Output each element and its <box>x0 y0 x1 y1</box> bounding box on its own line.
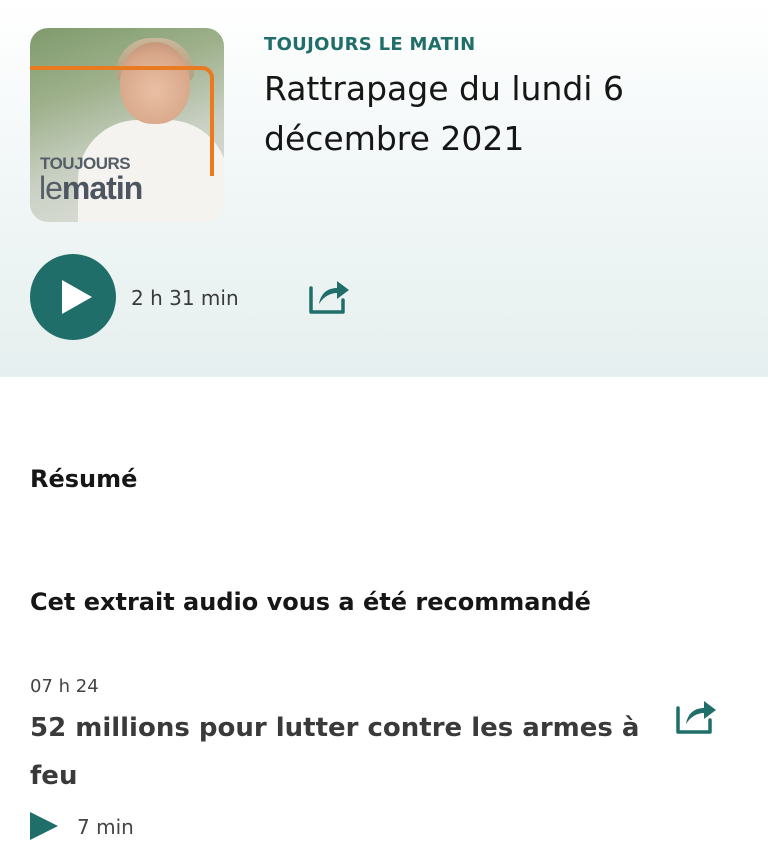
podcast-cover-image: TOUJOURS lematin <box>30 28 224 222</box>
clip-timestamp: 07 h 24 <box>30 676 99 697</box>
share-episode-button[interactable] <box>307 274 351 316</box>
clip-duration: 7 min <box>77 815 134 839</box>
play-clip-button[interactable] <box>30 812 60 840</box>
share-icon <box>676 701 716 734</box>
clip-title[interactable]: 52 millions pour lutter contre les armes… <box>30 704 650 800</box>
summary-heading: Résumé <box>30 465 138 493</box>
share-icon <box>309 281 349 314</box>
play-icon <box>62 280 92 314</box>
cover-brand-line2: lematin <box>39 170 143 207</box>
episode-title: Rattrapage du lundi 6 décembre 2021 <box>264 69 624 158</box>
show-name[interactable]: TOUJOURS LE MATIN <box>264 34 476 55</box>
play-icon <box>30 812 58 840</box>
play-episode-button[interactable] <box>30 254 116 340</box>
episode-duration: 2 h 31 min <box>131 286 239 310</box>
cover-brand-matin: matin <box>61 170 143 206</box>
cover-brand-le: le <box>39 170 63 206</box>
episode-header: TOUJOURS lematin TOUJOURS LE MATIN Rattr… <box>0 0 768 377</box>
recommendation-heading: Cet extrait audio vous a été recommandé <box>30 588 591 616</box>
share-clip-button[interactable] <box>674 694 718 736</box>
